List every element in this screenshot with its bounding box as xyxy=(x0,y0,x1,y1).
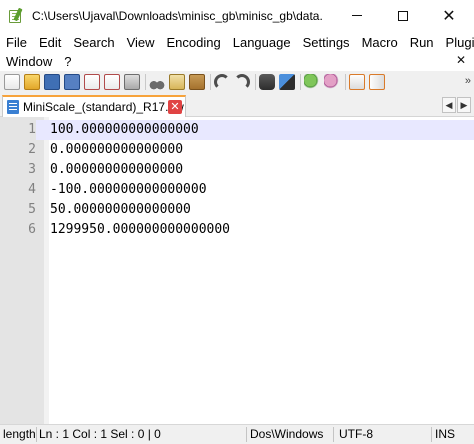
open-file-icon[interactable] xyxy=(24,74,40,90)
tab-scroll-right-button[interactable]: ▶ xyxy=(457,97,471,113)
sync-vertical-icon[interactable] xyxy=(349,74,365,90)
status-position: Ln : 1 Col : 1 Sel : 0 | 0 xyxy=(39,427,161,441)
line-text[interactable]: -100.000000000000000 xyxy=(50,182,207,197)
menu-file[interactable]: File xyxy=(0,35,33,50)
editor-line[interactable]: 1 100.000000000000000 xyxy=(0,120,474,140)
line-text[interactable]: 0.000000000000000 xyxy=(50,142,183,157)
toolbar-separator xyxy=(300,74,301,90)
cut-icon[interactable] xyxy=(149,74,165,90)
toolbar-separator xyxy=(345,74,346,90)
line-number: 1 xyxy=(0,120,36,140)
menu-search[interactable]: Search xyxy=(67,35,120,50)
toolbar-separator xyxy=(210,74,211,90)
new-file-icon[interactable] xyxy=(4,74,20,90)
menu-encoding[interactable]: Encoding xyxy=(161,35,227,50)
editor-line[interactable]: 3 0.000000000000000 xyxy=(0,160,474,180)
line-number: 4 xyxy=(28,182,36,197)
status-bar: length Ln : 1 Col : 1 Sel : 0 | 0 Dos\Wi… xyxy=(0,424,474,444)
editor-line[interactable]: 6 1299950.000000000000000 xyxy=(0,220,474,240)
menu-macro[interactable]: Macro xyxy=(356,35,404,50)
close-icon[interactable] xyxy=(84,74,100,90)
line-text[interactable]: 0.000000000000000 xyxy=(50,162,183,177)
sync-horizontal-icon[interactable] xyxy=(369,74,385,90)
zoom-in-icon[interactable] xyxy=(304,74,320,90)
toolbar-separator xyxy=(255,74,256,90)
undo-icon[interactable] xyxy=(214,74,230,90)
menu-row-2: Window ? xyxy=(0,51,77,71)
notepad-plus-plus-icon xyxy=(8,7,24,24)
menu-language[interactable]: Language xyxy=(227,35,297,50)
replace-icon[interactable] xyxy=(279,74,295,90)
menu-edit[interactable]: Edit xyxy=(33,35,67,50)
line-number: 6 xyxy=(28,222,36,237)
maximize-icon xyxy=(398,10,408,21)
zoom-out-icon[interactable] xyxy=(324,74,340,90)
file-icon xyxy=(7,100,19,114)
toolbar-overflow-button[interactable]: » xyxy=(465,75,471,87)
line-text[interactable]: 1299950.000000000000000 xyxy=(50,222,230,237)
status-length: length xyxy=(3,427,36,441)
line-number: 3 xyxy=(28,162,36,177)
minimize-button[interactable] xyxy=(334,0,380,31)
line-text[interactable]: 100.000000000000000 xyxy=(50,122,199,137)
tab-bar: MiniScale_(standard)_R17.tfw ✕ ◀ ▶ xyxy=(0,93,474,117)
tab-close-button[interactable]: ✕ xyxy=(168,100,182,114)
status-insert-mode[interactable]: INS xyxy=(432,425,472,444)
status-divider xyxy=(333,427,334,442)
editor-area[interactable]: 1 100.000000000000000 2 0.00000000000000… xyxy=(0,117,474,444)
redo-icon[interactable] xyxy=(234,74,250,90)
print-icon[interactable] xyxy=(124,74,140,90)
menu-run[interactable]: Run xyxy=(404,35,440,50)
tab-miniscale-tfw[interactable]: MiniScale_(standard)_R17.tfw ✕ xyxy=(2,95,186,117)
tab-label: MiniScale_(standard)_R17.tfw xyxy=(23,100,184,114)
editor-lines: 1 100.000000000000000 2 0.00000000000000… xyxy=(0,120,474,240)
paste-icon[interactable] xyxy=(189,74,205,90)
line-number: 2 xyxy=(28,142,36,157)
save-all-icon[interactable] xyxy=(64,74,80,90)
status-encoding[interactable]: UTF-8 xyxy=(336,425,430,444)
minimize-icon xyxy=(352,15,362,16)
menu-bar: File Edit Search View Encoding Language … xyxy=(0,31,474,71)
editor-line[interactable]: 2 0.000000000000000 xyxy=(0,140,474,160)
menu-row-1: File Edit Search View Encoding Language … xyxy=(0,32,474,52)
editor-line[interactable]: 4 -100.000000000000000 xyxy=(0,180,474,200)
title-bar: C:\Users\Ujaval\Downloads\minisc_gb\mini… xyxy=(0,0,474,31)
menu-plugins[interactable]: Plugins xyxy=(440,35,474,50)
status-eol[interactable]: Dos\Windows xyxy=(247,425,331,444)
close-window-button[interactable]: ✕ xyxy=(426,0,472,31)
menu-window[interactable]: Window xyxy=(0,54,58,69)
close-all-icon[interactable] xyxy=(104,74,120,90)
close-document-button[interactable]: ✕ xyxy=(456,53,466,67)
window-title: C:\Users\Ujaval\Downloads\minisc_gb\mini… xyxy=(32,8,322,23)
tab-scroll-left-button[interactable]: ◀ xyxy=(442,97,456,113)
editor-line[interactable]: 5 50.000000000000000 xyxy=(0,200,474,220)
menu-help[interactable]: ? xyxy=(58,54,77,69)
save-icon[interactable] xyxy=(44,74,60,90)
maximize-button[interactable] xyxy=(380,0,426,31)
find-icon[interactable] xyxy=(259,74,275,90)
line-text[interactable]: 50.000000000000000 xyxy=(50,202,191,217)
copy-icon[interactable] xyxy=(169,74,185,90)
toolbar: » xyxy=(0,71,474,93)
menu-view[interactable]: View xyxy=(121,35,161,50)
toolbar-separator xyxy=(145,74,146,90)
line-number: 5 xyxy=(28,202,36,217)
menu-settings[interactable]: Settings xyxy=(297,35,356,50)
